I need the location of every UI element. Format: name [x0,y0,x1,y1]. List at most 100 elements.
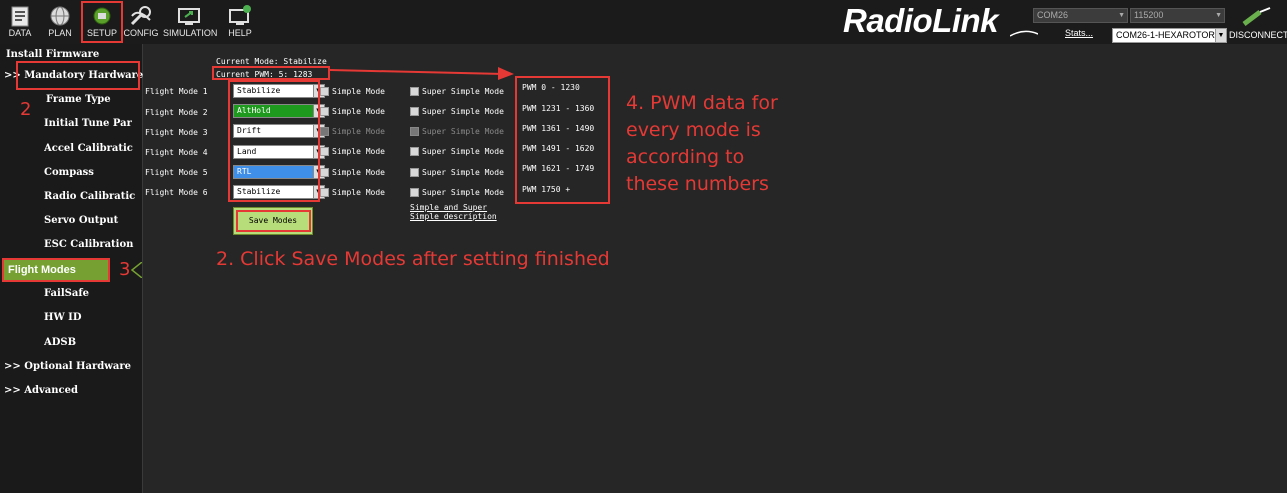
super-simple-1-checkbox[interactable] [410,87,419,96]
super-simple-2-checkbox[interactable] [410,107,419,116]
simple-mode-5-label: Simple Mode [332,168,385,177]
mode-selectors-highlight [228,80,320,202]
flight-mode-6-value: Stabilize [237,187,281,196]
radiolink-logo: RadioLink [843,2,999,39]
flight-mode-5-select[interactable]: RTL ▼ [233,165,325,179]
help-icon [229,5,251,25]
simple-mode-2-label: Simple Mode [332,107,385,116]
super-simple-3-label: Super Simple Mode [422,127,504,136]
toolbar-setup-button[interactable]: SETUP [81,1,123,43]
pwm-range-5: PWM 1621 - 1749 [522,164,595,173]
chevron-down-icon: ▼ [1215,12,1222,19]
simple-description-link[interactable]: Simple and Super [410,203,487,212]
port-select[interactable]: COM26 ▼ [1033,8,1128,23]
pwm-instruction-line-2: every mode is [626,119,761,141]
toolbar-simulation-button[interactable]: SIMULATION [163,2,218,42]
setup-icon [93,7,111,25]
flight-mode-3-label: Flight Mode 3 [145,128,208,137]
save-modes-button[interactable]: Save Modes [233,207,313,235]
super-simple-1-label: Super Simple Mode [422,87,504,96]
sidebar-item-optional-hardware[interactable]: >> Optional Hardware [4,357,131,377]
sidebar-item-adsb[interactable]: ADSB [44,333,76,353]
flight-mode-6-label: Flight Mode 6 [145,188,208,197]
flight-mode-2-select[interactable]: AltHold ▼ [233,104,325,118]
pwm-range-3: PWM 1361 - 1490 [522,124,595,133]
sidebar-item-servo-output[interactable]: Servo Output [44,211,142,231]
chevron-down-icon: ▼ [1118,12,1125,19]
simple-mode-3-label: Simple Mode [332,127,385,136]
super-simple-4-label: Super Simple Mode [422,147,504,156]
pwm-range-2: PWM 1231 - 1360 [522,104,595,113]
sidebar-item-hw-id[interactable]: HW ID [44,308,82,328]
setup-sidebar: Install Firmware >> Mandatory Hardware F… [0,44,143,493]
config-icon [130,6,151,26]
disconnect-button[interactable]: DISCONNECT [1229,6,1287,40]
simple-mode-4-label: Simple Mode [332,147,385,156]
sidebar-item-esc-calibration[interactable]: ESC Calibration [44,235,142,255]
super-simple-5-checkbox[interactable] [410,168,419,177]
pwm-range-6: PWM 1750 + [522,185,571,194]
sidebar-item-install-firmware[interactable]: Install Firmware [6,45,99,65]
sidebar-item-failsafe[interactable]: FailSafe [44,284,89,304]
flight-mode-1-value: Stabilize [237,86,281,95]
toolbar-config-label: CONFIG [123,28,159,38]
toolbar-help-label: HELP [228,28,252,38]
globe-icon [50,6,70,26]
pwm-pointer-arrow [329,67,514,80]
stats-link[interactable]: Stats... [1065,28,1093,38]
sidebar-item-radio-calibration[interactable]: Radio Calibratic [44,187,142,207]
flight-mode-4-select[interactable]: Land ▼ [233,145,325,159]
simple-mode-2-checkbox[interactable] [320,107,329,116]
flight-mode-5-value: RTL [237,167,252,176]
toolbar-simulation-label: SIMULATION [163,28,218,38]
flight-mode-5-label: Flight Mode 5 [145,168,208,177]
flight-mode-3-select[interactable]: Drift ▼ [233,124,325,138]
sidebar-item-flight-modes[interactable]: Flight Modes [2,260,108,280]
current-pwm-text: Current PWM: 5: 1283 [216,70,313,79]
super-simple-3-checkbox[interactable] [410,127,419,136]
selection-arrow-icon [130,262,142,278]
toolbar-plan-label: PLAN [48,28,72,38]
connection-select[interactable]: COM26-1-HEXAROTOR ▼ [1112,28,1227,43]
simple-mode-1-label: Simple Mode [332,87,385,96]
flight-mode-1-label: Flight Mode 1 [145,87,208,96]
sidebar-item-mandatory-hardware[interactable]: >> Mandatory Hardware [4,66,143,86]
simple-mode-4-checkbox[interactable] [320,147,329,156]
pwm-range-4: PWM 1491 - 1620 [522,144,595,153]
simple-mode-5-checkbox[interactable] [320,168,329,177]
toolbar-help-button[interactable]: HELP [220,2,260,42]
simple-mode-6-checkbox[interactable] [320,188,329,197]
toolbar-config-button[interactable]: CONFIG [121,2,161,42]
flight-mode-4-label: Flight Mode 4 [145,148,208,157]
pwm-instruction-line-3: according to [626,146,745,168]
simple-mode-1-checkbox[interactable] [320,87,329,96]
toolbar-data-label: DATA [8,28,32,38]
step-2-marker: 2 [20,99,32,120]
sidebar-item-frame-type[interactable]: Frame Type [46,90,144,110]
simple-mode-3-checkbox[interactable] [320,127,329,136]
simple-mode-6-label: Simple Mode [332,188,385,197]
super-simple-4-checkbox[interactable] [410,147,419,156]
port-value: COM26 [1037,10,1069,20]
flight-mode-2-label: Flight Mode 2 [145,108,208,117]
flight-mode-2-value: AltHold [237,106,271,115]
flight-mode-3-value: Drift [237,126,262,135]
flight-mode-1-select[interactable]: Stabilize ▼ [233,84,325,98]
data-icon [11,6,29,27]
pwm-instruction-line-1: 4. PWM data for [626,92,778,114]
disconnect-label: DISCONNECT [1229,30,1287,40]
sidebar-item-advanced[interactable]: >> Advanced [4,381,78,401]
toolbar-plan-button[interactable]: PLAN [40,2,80,42]
flight-mode-6-select[interactable]: Stabilize ▼ [233,185,325,199]
pwm-range-1: PWM 0 - 1230 [522,83,580,92]
chevron-down-icon: ▼ [1215,29,1226,42]
simple-description-link-line2[interactable]: Simple description [410,212,497,221]
baud-select[interactable]: 115200 ▼ [1130,8,1225,23]
sidebar-item-accel-calibration[interactable]: Accel Calibratic [44,139,142,159]
sidebar-item-compass[interactable]: Compass [44,163,142,183]
toolbar-data-button[interactable]: DATA [0,2,40,42]
super-simple-6-checkbox[interactable] [410,188,419,197]
sidebar-item-initial-tune[interactable]: Initial Tune Par [44,114,142,134]
current-mode-text: Current Mode: Stabilize [216,57,327,66]
super-simple-6-label: Super Simple Mode [422,188,504,197]
